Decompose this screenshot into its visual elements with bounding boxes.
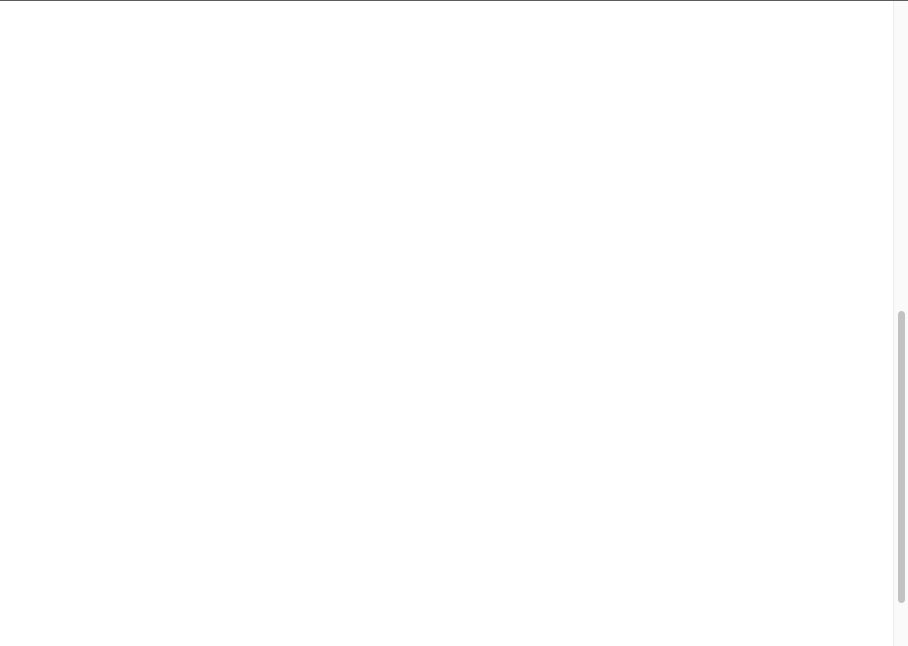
vertical-scrollbar[interactable]	[893, 1, 908, 646]
text-line	[40, 515, 234, 529]
text-line	[74, 129, 166, 143]
scrollbar-thumb[interactable]	[898, 311, 905, 603]
text-line	[74, 585, 312, 599]
text-line	[74, 205, 250, 219]
text-line	[46, 441, 408, 455]
document-viewport[interactable]	[0, 1, 893, 646]
text-line	[46, 255, 314, 269]
text-line	[40, 315, 102, 329]
text-line	[74, 393, 136, 407]
text-line	[74, 13, 199, 27]
text-line	[40, 61, 340, 75]
